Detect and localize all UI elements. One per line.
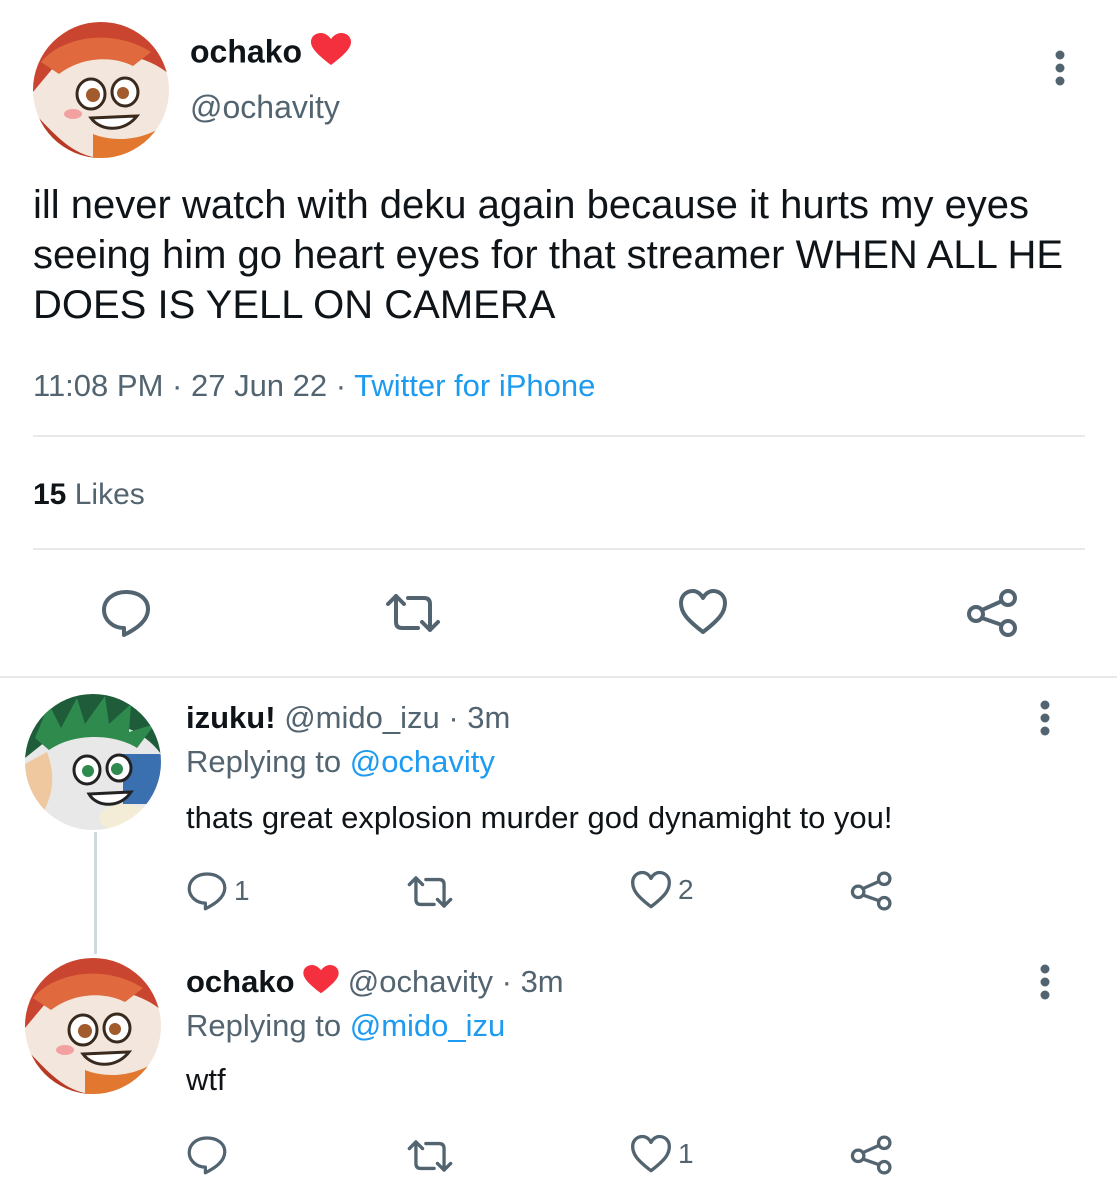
red-heart-icon: [310, 33, 351, 75]
heart-outline-icon: [679, 589, 727, 634]
divider: [0, 676, 1117, 678]
replying-to: Replying to @mido_izu: [186, 1008, 505, 1044]
reply-button[interactable]: 1: [186, 870, 250, 912]
tweet-meta: 11:08 PM · 27 Jun 22 · Twitter for iPhon…: [33, 368, 595, 404]
reply-text: thats great explosion murder god dynamig…: [186, 800, 893, 835]
share-button[interactable]: [850, 870, 894, 912]
tweet-source-link[interactable]: Twitter for iPhone: [354, 368, 595, 403]
share-icon: [850, 1135, 892, 1175]
retweet-icon: [386, 594, 440, 632]
heart-outline-icon: [631, 870, 671, 909]
reply-text: wtf: [186, 1062, 226, 1097]
replying-to-handle[interactable]: @mido_izu: [350, 1008, 506, 1043]
more-options-icon[interactable]: [1053, 50, 1067, 86]
like-button[interactable]: [678, 588, 728, 641]
like-count: 2: [678, 874, 694, 905]
meta-separator: ·: [501, 964, 512, 999]
like-count: 1: [678, 1138, 694, 1169]
avatar-ochako[interactable]: [33, 22, 169, 158]
share-icon: [967, 589, 1017, 637]
reply-button[interactable]: [100, 588, 152, 643]
retweet-icon: [407, 1140, 453, 1172]
reply-icon: [187, 1136, 227, 1175]
retweet-button[interactable]: [384, 592, 442, 639]
reply-count: 1: [234, 875, 250, 906]
avatar-ochako[interactable]: [25, 958, 161, 1094]
meta-separator: ·: [448, 700, 459, 735]
reply-author-name[interactable]: izuku!: [186, 700, 276, 735]
like-button[interactable]: 2: [630, 870, 694, 910]
meta-separator: ·: [172, 368, 183, 403]
like-button[interactable]: 1: [630, 1134, 694, 1174]
reply-age: 3m: [467, 700, 511, 735]
share-button[interactable]: [966, 588, 1020, 643]
divider: [33, 548, 1085, 550]
likes-label: Likes: [74, 478, 145, 511]
tweet-date: 27 Jun 22: [190, 368, 328, 403]
tweet-text: ill never watch with deku again because …: [33, 183, 1064, 327]
tweet-time: 11:08 PM: [33, 368, 164, 403]
likes-summary[interactable]: 15 Likes: [33, 478, 145, 512]
retweet-button[interactable]: [406, 874, 454, 910]
more-options-icon[interactable]: [1038, 964, 1052, 1000]
reply-author-handle[interactable]: @ochavity: [348, 964, 493, 999]
share-icon: [850, 871, 892, 911]
more-options-icon[interactable]: [1038, 700, 1052, 736]
thread-connector: [94, 832, 97, 954]
reply-header: ochako @ochavity · 3m: [186, 964, 564, 1003]
reply-age: 3m: [520, 964, 564, 999]
reply-icon: [187, 872, 227, 911]
author-handle[interactable]: @ochavity: [190, 89, 340, 126]
heart-outline-icon: [631, 1134, 671, 1173]
divider: [33, 435, 1085, 437]
meta-separator: ·: [335, 368, 347, 403]
retweet-button[interactable]: [406, 1138, 454, 1174]
share-button[interactable]: [850, 1134, 894, 1176]
avatar-izuku[interactable]: [25, 694, 161, 830]
reply-author-name[interactable]: ochako: [186, 964, 295, 999]
replying-to-handle[interactable]: @ochavity: [350, 744, 495, 779]
replying-to-label: Replying to: [186, 1008, 342, 1043]
retweet-icon: [407, 876, 453, 908]
reply-button[interactable]: [186, 1134, 234, 1176]
likes-count: 15: [33, 478, 67, 511]
author-name[interactable]: ochako: [190, 33, 351, 75]
replying-to: Replying to @ochavity: [186, 744, 495, 780]
replying-to-label: Replying to: [186, 744, 342, 779]
reply-author-handle[interactable]: @mido_izu: [284, 700, 440, 735]
reply-icon: [102, 590, 150, 637]
red-heart-icon: [303, 964, 339, 1003]
reply-header: izuku! @mido_izu · 3m: [186, 700, 510, 736]
